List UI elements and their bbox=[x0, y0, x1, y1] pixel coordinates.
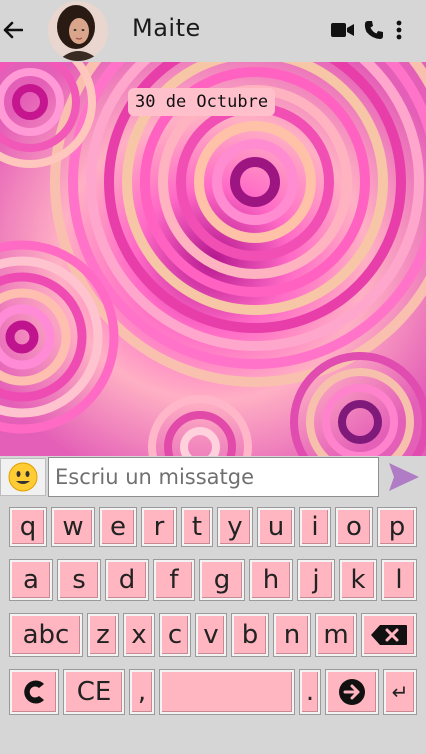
voice-call-button[interactable] bbox=[362, 18, 386, 42]
chat-header: Maite bbox=[0, 0, 426, 62]
key-x[interactable]: x bbox=[123, 613, 155, 657]
key-d[interactable]: d bbox=[105, 559, 149, 601]
video-camera-icon bbox=[331, 23, 354, 37]
key-w[interactable]: w bbox=[51, 507, 95, 547]
key-e[interactable]: e bbox=[99, 507, 137, 547]
key-period[interactable]: . bbox=[299, 669, 321, 715]
key-r[interactable]: r bbox=[141, 507, 177, 547]
key-y[interactable]: y bbox=[217, 507, 253, 547]
key-q[interactable]: q bbox=[9, 507, 47, 547]
chat-area: 30 de Octubre bbox=[0, 62, 426, 456]
key-p[interactable]: p bbox=[377, 507, 417, 547]
key-u[interactable]: u bbox=[257, 507, 295, 547]
key-h[interactable]: h bbox=[249, 559, 293, 601]
key-s[interactable]: s bbox=[57, 559, 101, 601]
key-t[interactable]: t bbox=[181, 507, 213, 547]
key-f[interactable]: f bbox=[153, 559, 195, 601]
phone-icon bbox=[364, 21, 383, 39]
backspace-icon bbox=[371, 625, 407, 645]
key-g[interactable]: g bbox=[199, 559, 245, 601]
key-comma[interactable]: , bbox=[129, 669, 155, 715]
shift-key[interactable]: abc bbox=[9, 613, 83, 657]
next-key[interactable] bbox=[325, 669, 379, 715]
swirl-wallpaper bbox=[0, 62, 426, 456]
key-v[interactable]: v bbox=[195, 613, 227, 657]
arrow-right-circle-icon bbox=[339, 679, 365, 705]
key-o[interactable]: o bbox=[335, 507, 373, 547]
key-i[interactable]: i bbox=[299, 507, 331, 547]
clear-all-key[interactable] bbox=[9, 669, 59, 715]
send-button[interactable] bbox=[381, 457, 426, 497]
video-call-button[interactable] bbox=[330, 18, 356, 42]
key-k[interactable]: k bbox=[339, 559, 377, 601]
key-j[interactable]: j bbox=[297, 559, 335, 601]
back-button[interactable] bbox=[2, 17, 24, 43]
arrow-left-icon bbox=[3, 21, 23, 39]
key-n[interactable]: n bbox=[273, 613, 311, 657]
more-options-button[interactable] bbox=[390, 18, 408, 42]
key-b[interactable]: b bbox=[231, 613, 269, 657]
key-a[interactable]: a bbox=[9, 559, 53, 601]
key-c[interactable]: c bbox=[159, 613, 191, 657]
c-clear-icon bbox=[24, 680, 44, 704]
key-l[interactable]: l bbox=[381, 559, 417, 601]
key-z[interactable]: z bbox=[87, 613, 119, 657]
date-label: 30 de Octubre bbox=[128, 88, 276, 116]
space-key[interactable] bbox=[159, 669, 295, 715]
emoji-button[interactable] bbox=[0, 458, 46, 496]
emoji-face-icon bbox=[8, 462, 38, 492]
message-input[interactable]: Escriu un missatge bbox=[48, 457, 379, 497]
enter-key[interactable]: ↵ bbox=[383, 669, 417, 715]
message-input-bar: Escriu un missatge bbox=[0, 456, 426, 498]
key-m[interactable]: m bbox=[315, 613, 357, 657]
more-vert-icon bbox=[396, 20, 402, 40]
ce-key[interactable]: CE bbox=[63, 669, 125, 715]
keyboard: q w e r t y u i o p a s d f g h j k l ab… bbox=[0, 498, 426, 754]
backspace-key[interactable] bbox=[361, 613, 417, 657]
contact-name[interactable]: Maite bbox=[132, 14, 201, 42]
avatar[interactable] bbox=[48, 1, 108, 61]
send-arrow-icon bbox=[388, 463, 419, 491]
